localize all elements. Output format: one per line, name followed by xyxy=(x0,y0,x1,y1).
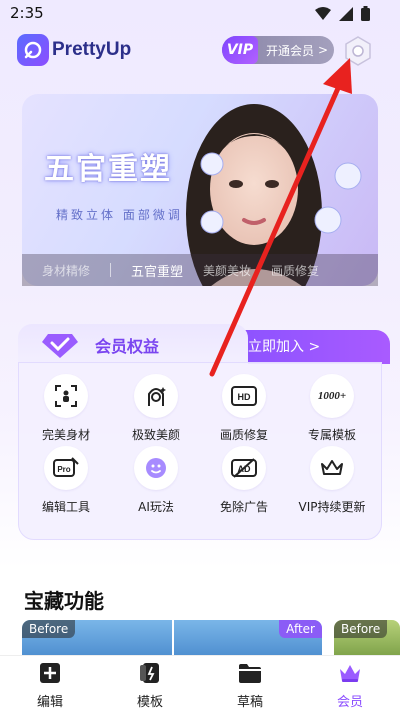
plus-square-icon xyxy=(40,663,60,683)
benefit-label: AI玩法 xyxy=(138,500,174,514)
benefit-vip-updates[interactable]: VIP持续更新 xyxy=(292,446,372,515)
status-icons xyxy=(315,6,370,21)
nav-label: 草稿 xyxy=(236,695,263,710)
benefit-perfect-body[interactable]: 完美身材 xyxy=(26,374,106,443)
benefit-label: 编辑工具 xyxy=(41,500,90,514)
signal-icon xyxy=(339,6,353,21)
hd-icon: HD xyxy=(222,374,266,418)
second-thumbnail[interactable]: Before xyxy=(334,620,400,656)
vip-button-label: 开通会员 xyxy=(266,43,315,58)
status-time: 2:35 xyxy=(10,4,44,22)
bottom-nav: 编辑 模板 草稿 会员 xyxy=(0,655,400,711)
pro-text: Pro xyxy=(57,465,70,474)
hd-text: HD xyxy=(238,392,251,402)
app-name: PrettyUp xyxy=(52,39,132,60)
crown-icon xyxy=(340,665,360,682)
join-now-label[interactable]: 立即加入 > xyxy=(248,336,320,356)
banner-tab-body[interactable]: 身材精修 xyxy=(42,262,90,279)
face-beauty-icon xyxy=(134,374,178,418)
nav-label: 编辑 xyxy=(36,695,63,710)
chevron-right-icon: > xyxy=(318,43,329,57)
vip-upgrade-button[interactable]: VIP 开通会员 > xyxy=(222,36,334,64)
banner-tab-beauty[interactable]: 美颜美妆 xyxy=(203,262,251,279)
benefit-image-quality[interactable]: HD 画质修复 xyxy=(204,374,284,443)
before-after-thumbnail[interactable]: Before After xyxy=(22,620,322,656)
no-ad-icon: AD xyxy=(222,446,266,490)
banner-title: 五官重塑 xyxy=(44,152,172,187)
benefit-exclusive-templates[interactable]: 1000+ 专属模板 xyxy=(292,374,372,443)
ai-face-icon xyxy=(134,446,178,490)
crown-icon xyxy=(310,446,354,490)
nav-label: 模板 xyxy=(136,695,163,710)
benefit-ai-play[interactable]: AI玩法 xyxy=(116,446,196,515)
settings-hexagon-icon[interactable] xyxy=(342,35,374,67)
folder-icon xyxy=(239,664,261,683)
diamond-heart-icon xyxy=(42,334,78,358)
tab-divider xyxy=(110,263,112,277)
nav-drafts[interactable]: 草稿 xyxy=(220,662,280,710)
nav-edit[interactable]: 编辑 xyxy=(20,662,80,710)
before-label: Before xyxy=(334,620,388,638)
app-header: PrettyUp VIP 开通会员 > xyxy=(0,30,400,72)
benefit-no-ads[interactable]: AD 免除广告 xyxy=(204,446,284,515)
vip-badge: VIP xyxy=(222,36,258,64)
nav-membership[interactable]: 会员 xyxy=(320,662,380,710)
banner-subtitle: 精致立体 面部微调 xyxy=(56,208,183,222)
compare-divider xyxy=(172,620,174,656)
benefit-label: 画质修复 xyxy=(219,428,268,442)
after-label: After xyxy=(279,620,322,638)
nav-label: 会员 xyxy=(336,695,363,710)
nav-templates[interactable]: 模板 xyxy=(120,662,180,710)
benefit-label: VIP持续更新 xyxy=(298,500,366,514)
app-logo-icon xyxy=(17,34,49,66)
banner-tabs: 身材精修 五官重塑 美颜美妆 画质修复 xyxy=(22,254,378,286)
benefit-label: 免除广告 xyxy=(219,500,268,514)
benefit-face-beauty[interactable]: 极致美颜 xyxy=(116,374,196,443)
benefit-edit-tools[interactable]: Pro 编辑工具 xyxy=(26,446,106,515)
banner-tab-features[interactable]: 五官重塑 xyxy=(131,261,183,280)
battery-icon xyxy=(361,6,370,21)
pro-edit-icon: Pro xyxy=(44,446,88,490)
templates-count-text: 1000+ xyxy=(317,390,347,402)
template-icon xyxy=(140,663,159,683)
before-label: Before xyxy=(22,620,76,638)
banner-tab-quality[interactable]: 画质修复 xyxy=(271,262,319,279)
wifi-icon xyxy=(315,6,331,20)
benefit-label: 专属模板 xyxy=(307,428,356,442)
1000-plus-icon: 1000+ xyxy=(310,374,354,418)
section-title: 宝藏功能 xyxy=(24,589,104,613)
benefit-label: 完美身材 xyxy=(41,428,90,442)
benefits-title: 会员权益 xyxy=(95,337,160,356)
body-scan-icon xyxy=(44,374,88,418)
benefit-label: 极致美颜 xyxy=(131,428,180,442)
status-bar: 2:35 xyxy=(0,0,400,28)
